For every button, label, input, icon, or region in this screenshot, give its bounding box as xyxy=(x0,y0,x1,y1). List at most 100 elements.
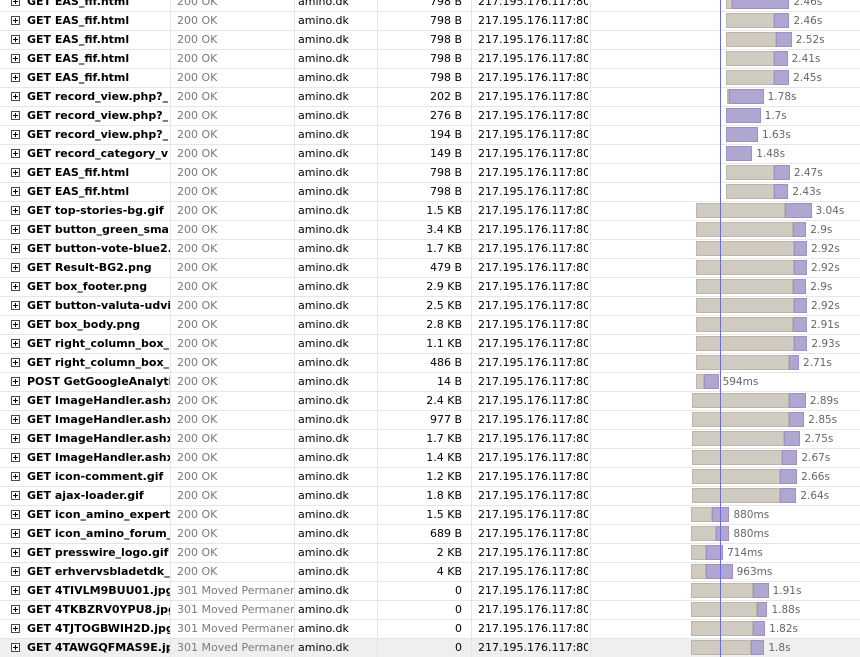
request-url[interactable]: GET 4TKBZRV0YPU8.jpg xyxy=(27,601,171,619)
request-row[interactable]: GET EAS_fif.html 200 OK amino.dk 798 B 217.1… xyxy=(0,0,860,12)
expand-toggle[interactable] xyxy=(11,88,23,106)
plus-expand-icon[interactable] xyxy=(11,281,20,291)
plus-expand-icon[interactable] xyxy=(11,623,20,633)
expand-toggle[interactable] xyxy=(11,468,23,486)
request-row[interactable]: GET EAS_fif.html 200 OK amino.dk 798 B 217.1… xyxy=(0,31,860,50)
expand-toggle[interactable] xyxy=(11,506,23,524)
plus-expand-icon[interactable] xyxy=(11,224,20,234)
plus-expand-icon[interactable] xyxy=(11,566,20,576)
request-timeline[interactable]: 1.7s xyxy=(590,107,860,125)
request-timeline[interactable]: 1.91s xyxy=(590,582,860,600)
request-url[interactable]: GET record_view.php?_ xyxy=(27,107,171,125)
expand-toggle[interactable] xyxy=(11,259,23,277)
request-timeline[interactable]: 2.9s xyxy=(590,278,860,296)
expand-toggle[interactable] xyxy=(11,221,23,239)
request-timeline[interactable]: 1.8s xyxy=(590,639,860,657)
plus-expand-icon[interactable] xyxy=(11,91,20,101)
request-row[interactable]: GET icon_amino_expert 200 OK amino.dk 1.5 K… xyxy=(0,506,860,525)
plus-expand-icon[interactable] xyxy=(11,395,20,405)
request-row[interactable]: GET button_green_sma 200 OK amino.dk 3.4 KB… xyxy=(0,221,860,240)
plus-expand-icon[interactable] xyxy=(11,319,20,329)
request-row[interactable]: GET 4TKBZRV0YPU8.jpg 301 Moved Permanentl… xyxy=(0,601,860,620)
request-url[interactable]: GET EAS_fif.html xyxy=(27,12,171,30)
request-url[interactable]: GET 4TAWGQFMAS9E.jpg xyxy=(27,639,171,657)
request-row[interactable]: GET 4TIVLM9BUU01.jpg 301 Moved Permanentl… xyxy=(0,582,860,601)
request-url[interactable]: GET button_green_sma xyxy=(27,221,171,239)
request-url[interactable]: GET button-valuta-udvi xyxy=(27,297,171,315)
request-row[interactable]: GET EAS_fif.html 200 OK amino.dk 798 B 217.1… xyxy=(0,183,860,202)
request-url[interactable]: GET ajax-loader.gif xyxy=(27,487,171,505)
expand-toggle[interactable] xyxy=(11,183,23,201)
expand-toggle[interactable] xyxy=(11,69,23,87)
request-url[interactable]: GET erhvervsbladetdk_ xyxy=(27,563,171,581)
plus-expand-icon[interactable] xyxy=(11,110,20,120)
expand-toggle[interactable] xyxy=(11,392,23,410)
request-row[interactable]: GET EAS_fif.html 200 OK amino.dk 798 B 217.1… xyxy=(0,69,860,88)
plus-expand-icon[interactable] xyxy=(11,15,20,25)
request-row[interactable]: GET record_view.php?_ 200 OK amino.dk 202 B… xyxy=(0,88,860,107)
expand-toggle[interactable] xyxy=(11,487,23,505)
expand-toggle[interactable] xyxy=(11,145,23,163)
request-row[interactable]: GET right_column_box_ 200 OK amino.dk 1.1 K… xyxy=(0,335,860,354)
request-url[interactable]: GET ImageHandler.ashx xyxy=(27,430,171,448)
expand-toggle[interactable] xyxy=(11,240,23,258)
request-timeline[interactable]: 2.91s xyxy=(590,316,860,334)
expand-toggle[interactable] xyxy=(11,373,23,391)
plus-expand-icon[interactable] xyxy=(11,148,20,158)
plus-expand-icon[interactable] xyxy=(11,243,20,253)
request-timeline[interactable]: 2.46s xyxy=(590,12,860,30)
request-row[interactable]: GET presswire_logo.gif 200 OK amino.dk 2 KB… xyxy=(0,544,860,563)
request-timeline[interactable]: 2.75s xyxy=(590,430,860,448)
request-timeline[interactable]: 1.63s xyxy=(590,126,860,144)
request-row[interactable]: GET ImageHandler.ashx 200 OK amino.dk 1.7 K… xyxy=(0,430,860,449)
plus-expand-icon[interactable] xyxy=(11,186,20,196)
request-timeline[interactable]: 880ms xyxy=(590,506,860,524)
plus-expand-icon[interactable] xyxy=(11,452,20,462)
request-row[interactable]: GET 4TAWGQFMAS9E.jpg 301 Moved Permanentl… xyxy=(0,639,860,657)
request-timeline[interactable]: 2.45s xyxy=(590,69,860,87)
plus-expand-icon[interactable] xyxy=(11,376,20,386)
expand-toggle[interactable] xyxy=(11,563,23,581)
request-row[interactable]: GET ImageHandler.ashx 200 OK amino.dk 1.4 K… xyxy=(0,449,860,468)
request-url[interactable]: GET EAS_fif.html xyxy=(27,164,171,182)
request-timeline[interactable]: 2.41s xyxy=(590,50,860,68)
plus-expand-icon[interactable] xyxy=(11,414,20,424)
request-timeline[interactable]: 2.43s xyxy=(590,183,860,201)
plus-expand-icon[interactable] xyxy=(11,72,20,82)
request-row[interactable]: GET right_column_box_ 200 OK amino.dk 486 B… xyxy=(0,354,860,373)
request-timeline[interactable]: 2.85s xyxy=(590,411,860,429)
plus-expand-icon[interactable] xyxy=(11,0,20,6)
request-url[interactable]: GET EAS_fif.html xyxy=(27,31,171,49)
request-url[interactable]: GET ImageHandler.ashx xyxy=(27,449,171,467)
request-url[interactable]: GET presswire_logo.gif xyxy=(27,544,171,562)
request-timeline[interactable]: 2.89s xyxy=(590,392,860,410)
plus-expand-icon[interactable] xyxy=(11,357,20,367)
request-row[interactable]: GET EAS_fif.html 200 OK amino.dk 798 B 217.1… xyxy=(0,50,860,69)
request-url[interactable]: GET right_column_box_ xyxy=(27,354,171,372)
plus-expand-icon[interactable] xyxy=(11,604,20,614)
expand-toggle[interactable] xyxy=(11,278,23,296)
plus-expand-icon[interactable] xyxy=(11,167,20,177)
request-timeline[interactable]: 1.78s xyxy=(590,88,860,106)
request-timeline[interactable]: 2.52s xyxy=(590,31,860,49)
plus-expand-icon[interactable] xyxy=(11,490,20,500)
request-url[interactable]: GET box_footer.png xyxy=(27,278,171,296)
plus-expand-icon[interactable] xyxy=(11,53,20,63)
plus-expand-icon[interactable] xyxy=(11,642,20,652)
request-row[interactable]: GET box_footer.png 200 OK amino.dk 2.9 KB 21… xyxy=(0,278,860,297)
request-url[interactable]: GET icon-comment.gif xyxy=(27,468,171,486)
plus-expand-icon[interactable] xyxy=(11,300,20,310)
request-timeline[interactable]: 2.66s xyxy=(590,468,860,486)
request-url[interactable]: GET EAS_fif.html xyxy=(27,69,171,87)
request-timeline[interactable]: 880ms xyxy=(590,525,860,543)
request-url[interactable]: GET record_category_v xyxy=(27,145,171,163)
expand-toggle[interactable] xyxy=(11,582,23,600)
expand-toggle[interactable] xyxy=(11,639,23,657)
plus-expand-icon[interactable] xyxy=(11,34,20,44)
plus-expand-icon[interactable] xyxy=(11,205,20,215)
request-row[interactable]: GET button-valuta-udvi 200 OK amino.dk 2.5 … xyxy=(0,297,860,316)
request-timeline[interactable]: 2.92s xyxy=(590,259,860,277)
expand-toggle[interactable] xyxy=(11,107,23,125)
request-row[interactable]: GET ImageHandler.ashx 200 OK amino.dk 2.4 K… xyxy=(0,392,860,411)
request-row[interactable]: GET ImageHandler.ashx 200 OK amino.dk 977 B… xyxy=(0,411,860,430)
